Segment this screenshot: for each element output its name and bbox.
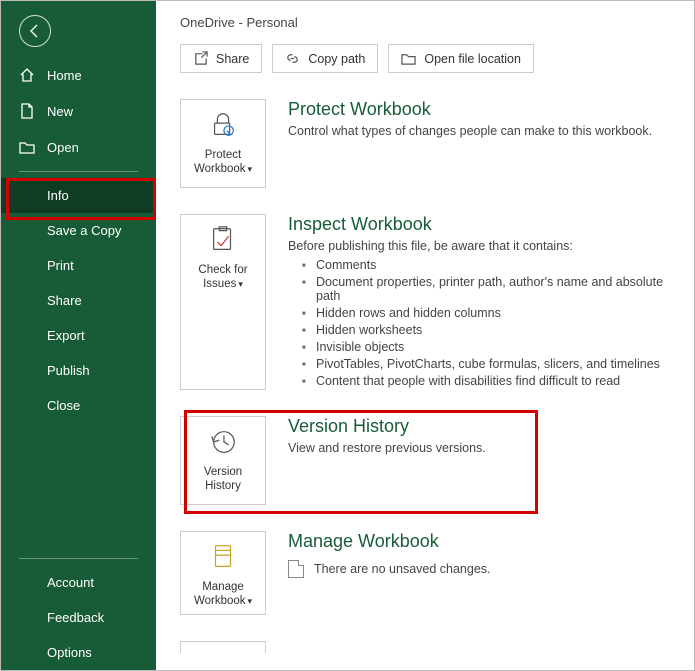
copy-path-button[interactable]: Copy path [272, 44, 378, 73]
nav-export-label: Export [47, 328, 85, 343]
nav-home[interactable]: Home [1, 57, 156, 93]
nav-export[interactable]: Export [1, 318, 156, 353]
version-tile-label: Version History [187, 465, 259, 494]
manage-tile-label: Manage Workbook [194, 581, 246, 607]
list-item: Hidden worksheets [302, 322, 676, 339]
chevron-down-icon: ▾ [248, 164, 253, 174]
list-item: PivotTables, PivotCharts, cube formulas,… [302, 356, 676, 373]
nav-save-copy[interactable]: Save a Copy [1, 213, 156, 248]
nav-feedback-label: Feedback [47, 610, 104, 625]
inspect-desc: Before publishing this file, be aware th… [288, 239, 676, 253]
nav-info[interactable]: Info [1, 178, 156, 213]
page-title: OneDrive - Personal [180, 15, 676, 30]
new-file-icon [19, 103, 35, 119]
main-panel: OneDrive - Personal Share Copy path Open… [156, 1, 694, 670]
nav-info-label: Info [47, 188, 69, 203]
copy-path-button-label: Copy path [308, 52, 365, 66]
protect-tile-label: Protect Workbook [194, 149, 246, 175]
nav-options-label: Options [47, 645, 92, 660]
workbook-icon [208, 542, 238, 572]
nav-close-label: Close [47, 398, 80, 413]
nav-account[interactable]: Account [1, 565, 156, 600]
nav-share[interactable]: Share [1, 283, 156, 318]
nav-home-label: Home [47, 68, 82, 83]
inspect-title: Inspect Workbook [288, 214, 676, 235]
nav-close[interactable]: Close [1, 388, 156, 423]
home-icon [19, 67, 35, 83]
partial-tile [180, 641, 266, 653]
manage-title: Manage Workbook [288, 531, 676, 552]
version-title: Version History [288, 416, 676, 437]
nav-print-label: Print [47, 258, 74, 273]
history-icon [208, 427, 238, 457]
version-history-tile[interactable]: Version History [180, 416, 266, 505]
share-icon [193, 51, 208, 66]
lock-icon [208, 110, 238, 140]
list-item: Hidden rows and hidden columns [302, 305, 676, 322]
back-button[interactable] [19, 15, 51, 47]
nav-feedback[interactable]: Feedback [1, 600, 156, 635]
section-cutoff [180, 641, 676, 653]
open-folder-icon [19, 139, 35, 155]
list-item: Content that people with disabilities fi… [302, 373, 676, 390]
manage-workbook-tile[interactable]: Manage Workbook▾ [180, 531, 266, 615]
list-item: Comments [302, 257, 676, 274]
arrow-left-icon [27, 23, 43, 39]
section-inspect: Check for Issues▾ Inspect Workbook Befor… [180, 214, 676, 390]
chevron-down-icon: ▾ [238, 279, 243, 289]
section-protect: Protect Workbook▾ Protect Workbook Contr… [180, 99, 676, 188]
backstage-sidebar: Home New Open Info Save a Copy Print Sha… [1, 1, 156, 670]
list-item: Document properties, printer path, autho… [302, 274, 676, 305]
section-version: Version History Version History View and… [180, 416, 676, 505]
nav-account-label: Account [47, 575, 94, 590]
protect-desc: Control what types of changes people can… [288, 124, 676, 138]
protect-title: Protect Workbook [288, 99, 676, 120]
nav-publish[interactable]: Publish [1, 353, 156, 388]
nav-print[interactable]: Print [1, 248, 156, 283]
list-item: Invisible objects [302, 339, 676, 356]
share-button-label: Share [216, 52, 249, 66]
nav-open-label: Open [47, 140, 79, 155]
nav-new-label: New [47, 104, 73, 119]
version-desc: View and restore previous versions. [288, 441, 676, 455]
section-manage: Manage Workbook▾ Manage Workbook There a… [180, 531, 676, 615]
folder-icon [401, 51, 416, 66]
check-issues-tile[interactable]: Check for Issues▾ [180, 214, 266, 390]
toolbar: Share Copy path Open file location [180, 44, 676, 73]
divider [19, 558, 138, 559]
share-button[interactable]: Share [180, 44, 262, 73]
chevron-down-icon: ▾ [248, 596, 253, 606]
nav-new[interactable]: New [1, 93, 156, 129]
nav-share-label: Share [47, 293, 82, 308]
document-icon [288, 560, 304, 578]
nav-publish-label: Publish [47, 363, 90, 378]
link-icon [285, 51, 300, 66]
protect-workbook-tile[interactable]: Protect Workbook▾ [180, 99, 266, 188]
manage-no-unsaved: There are no unsaved changes. [314, 562, 491, 576]
nav-open[interactable]: Open [1, 129, 156, 165]
check-issues-icon [208, 225, 238, 255]
divider [19, 171, 138, 172]
open-location-button-label: Open file location [424, 52, 521, 66]
open-location-button[interactable]: Open file location [388, 44, 534, 73]
nav-save-copy-label: Save a Copy [47, 223, 121, 238]
inspect-list: Comments Document properties, printer pa… [288, 257, 676, 390]
nav-options[interactable]: Options [1, 635, 156, 670]
